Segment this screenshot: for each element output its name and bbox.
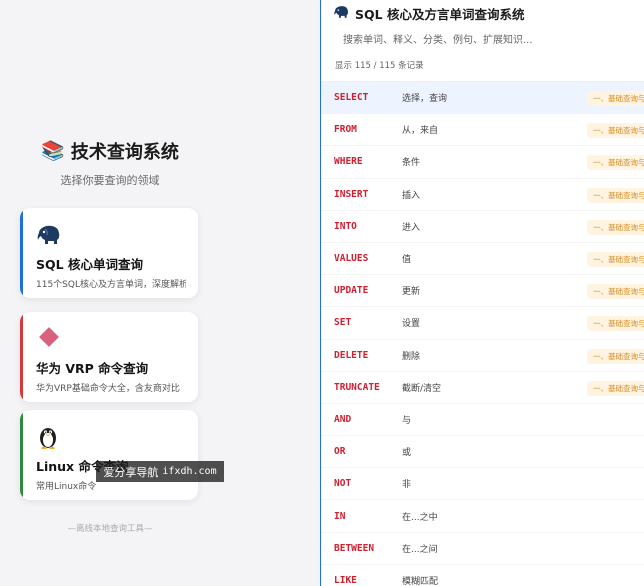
- word-row[interactable]: OR 或: [321, 436, 644, 469]
- word-meaning: 截断/清空: [402, 383, 442, 394]
- home-pane: 📚 技术查询系统 选择你要查询的领域 SQL 核心单词查询 115个SQL核心及…: [0, 0, 320, 586]
- word-list: SELECT 选择，查询 一、基础查询与 FROM 从，来自 一、基础查询与 WHERE 条件…: [321, 82, 644, 586]
- brand-subtitle: 选择你要查询的领域: [60, 174, 160, 187]
- sql-panel: SQL 核心及方言单词查询系统 显示 115 / 115 条记录 SELECT 选…: [320, 0, 644, 586]
- word-meaning: 或: [402, 448, 412, 459]
- card-linux[interactable]: Linux 命令查询 常用Linux命令: [20, 410, 198, 500]
- word-keyword: NOT: [334, 478, 352, 490]
- word-row[interactable]: INTO 进入 一、基础查询与: [321, 211, 644, 243]
- penguin-icon: [36, 424, 186, 450]
- word-row[interactable]: FROM 从，来自 一、基础查询与: [321, 114, 644, 147]
- category-tag: 一、基础查询与: [587, 284, 644, 300]
- word-keyword: SELECT: [334, 92, 369, 104]
- card-vrp[interactable]: 华为 VRP 命令查询 华为VRP基础命令大全，含友商对比: [20, 312, 198, 402]
- word-keyword: WHERE: [334, 156, 363, 168]
- word-keyword: UPDATE: [334, 285, 369, 297]
- word-row[interactable]: INSERT 插入 一、基础查询与: [321, 179, 644, 211]
- word-meaning: 从，来自: [402, 126, 439, 137]
- word-meaning: 在...之间: [402, 544, 438, 555]
- brand-title-text: 技术查询系统: [70, 142, 179, 163]
- word-row[interactable]: LIKE 模糊匹配: [321, 565, 644, 586]
- card-vrp-title: 华为 VRP 命令查询: [36, 361, 149, 376]
- watermark-text: 爱分享导航: [103, 465, 159, 479]
- word-keyword: BETWEEN: [334, 542, 375, 554]
- elephant-icon: [333, 5, 350, 22]
- diamond-icon: [36, 326, 186, 352]
- word-meaning: 进入: [402, 222, 421, 233]
- word-meaning: 值: [402, 255, 412, 266]
- word-meaning: 插入: [402, 190, 421, 201]
- category-tag: 一、基础查询与: [587, 155, 644, 171]
- word-keyword: SET: [334, 317, 352, 329]
- category-tag: 一、基础查询与: [587, 380, 644, 396]
- category-tag: 一、基础查询与: [587, 316, 644, 332]
- category-tag: 一、基础查询与: [587, 187, 644, 203]
- word-keyword: IN: [334, 510, 346, 522]
- word-keyword: FROM: [334, 124, 357, 136]
- panel-title: SQL 核心及方言单词查询系统: [333, 4, 524, 23]
- word-meaning: 选择，查询: [402, 94, 448, 105]
- brand-title: 📚 技术查询系统: [41, 138, 179, 164]
- watermark: 爱分享导航 ifxdh.com: [96, 461, 224, 482]
- word-row[interactable]: SELECT 选择，查询 一、基础查询与: [321, 82, 644, 115]
- word-row[interactable]: WHERE 条件 一、基础查询与: [321, 146, 644, 179]
- word-row[interactable]: AND 与: [321, 404, 644, 437]
- word-keyword: LIKE: [334, 574, 357, 586]
- word-keyword: VALUES: [334, 253, 369, 265]
- record-count: 显示 115 / 115 条记录: [335, 61, 424, 71]
- word-row[interactable]: NOT 非: [321, 468, 644, 501]
- brand: 📚 技术查询系统 选择你要查询的领域: [0, 138, 220, 188]
- category-tag: 一、基础查询与: [587, 91, 644, 106]
- footer-note: —离线本地查询工具—: [67, 524, 153, 534]
- word-row[interactable]: TRUNCATE 截断/清空 一、基础查询与: [321, 372, 644, 404]
- category-tag: 一、基础查询与: [587, 219, 644, 235]
- word-meaning: 设置: [402, 319, 421, 330]
- category-tag: 一、基础查询与: [587, 123, 644, 139]
- card-sql-desc: 115个SQL核心及方言单词，深度解析: [36, 280, 186, 290]
- word-meaning: 在...之中: [402, 512, 438, 523]
- card-vrp-desc: 华为VRP基础命令大全，含友商对比: [36, 384, 180, 394]
- elephant-icon: [36, 222, 186, 248]
- word-row[interactable]: UPDATE 更新 一、基础查询与: [321, 275, 644, 308]
- watermark-url: ifxdh.com: [162, 466, 217, 477]
- word-meaning: 删除: [402, 351, 421, 362]
- word-meaning: 与: [402, 415, 412, 426]
- panel-title-text: SQL 核心及方言单词查询系统: [355, 7, 525, 22]
- card-sql-title: SQL 核心单词查询: [36, 257, 143, 272]
- word-keyword: AND: [334, 413, 352, 425]
- category-tag: 一、基础查询与: [587, 348, 644, 364]
- word-row[interactable]: IN 在...之中: [321, 500, 644, 533]
- word-meaning: 非: [402, 480, 412, 491]
- word-keyword: DELETE: [334, 349, 369, 361]
- word-meaning: 更新: [402, 287, 421, 298]
- word-row[interactable]: VALUES 值 一、基础查询与: [321, 243, 644, 276]
- books-icon: 📚: [41, 139, 65, 162]
- word-keyword: OR: [334, 446, 346, 458]
- word-row[interactable]: DELETE 删除 一、基础查询与: [321, 340, 644, 372]
- card-sql[interactable]: SQL 核心单词查询 115个SQL核心及方言单词，深度解析: [20, 208, 198, 298]
- word-row[interactable]: SET 设置 一、基础查询与: [321, 307, 644, 340]
- word-keyword: INSERT: [334, 188, 369, 200]
- word-keyword: INTO: [334, 220, 357, 232]
- search-input[interactable]: [333, 29, 633, 51]
- word-keyword: TRUNCATE: [334, 381, 380, 393]
- panel-header: SQL 核心及方言单词查询系统 显示 115 / 115 条记录: [321, 0, 644, 82]
- word-row[interactable]: BETWEEN 在...之间: [321, 533, 644, 565]
- category-tag: 一、基础查询与: [587, 251, 644, 267]
- word-meaning: 条件: [402, 158, 421, 169]
- word-meaning: 模糊匹配: [402, 576, 439, 586]
